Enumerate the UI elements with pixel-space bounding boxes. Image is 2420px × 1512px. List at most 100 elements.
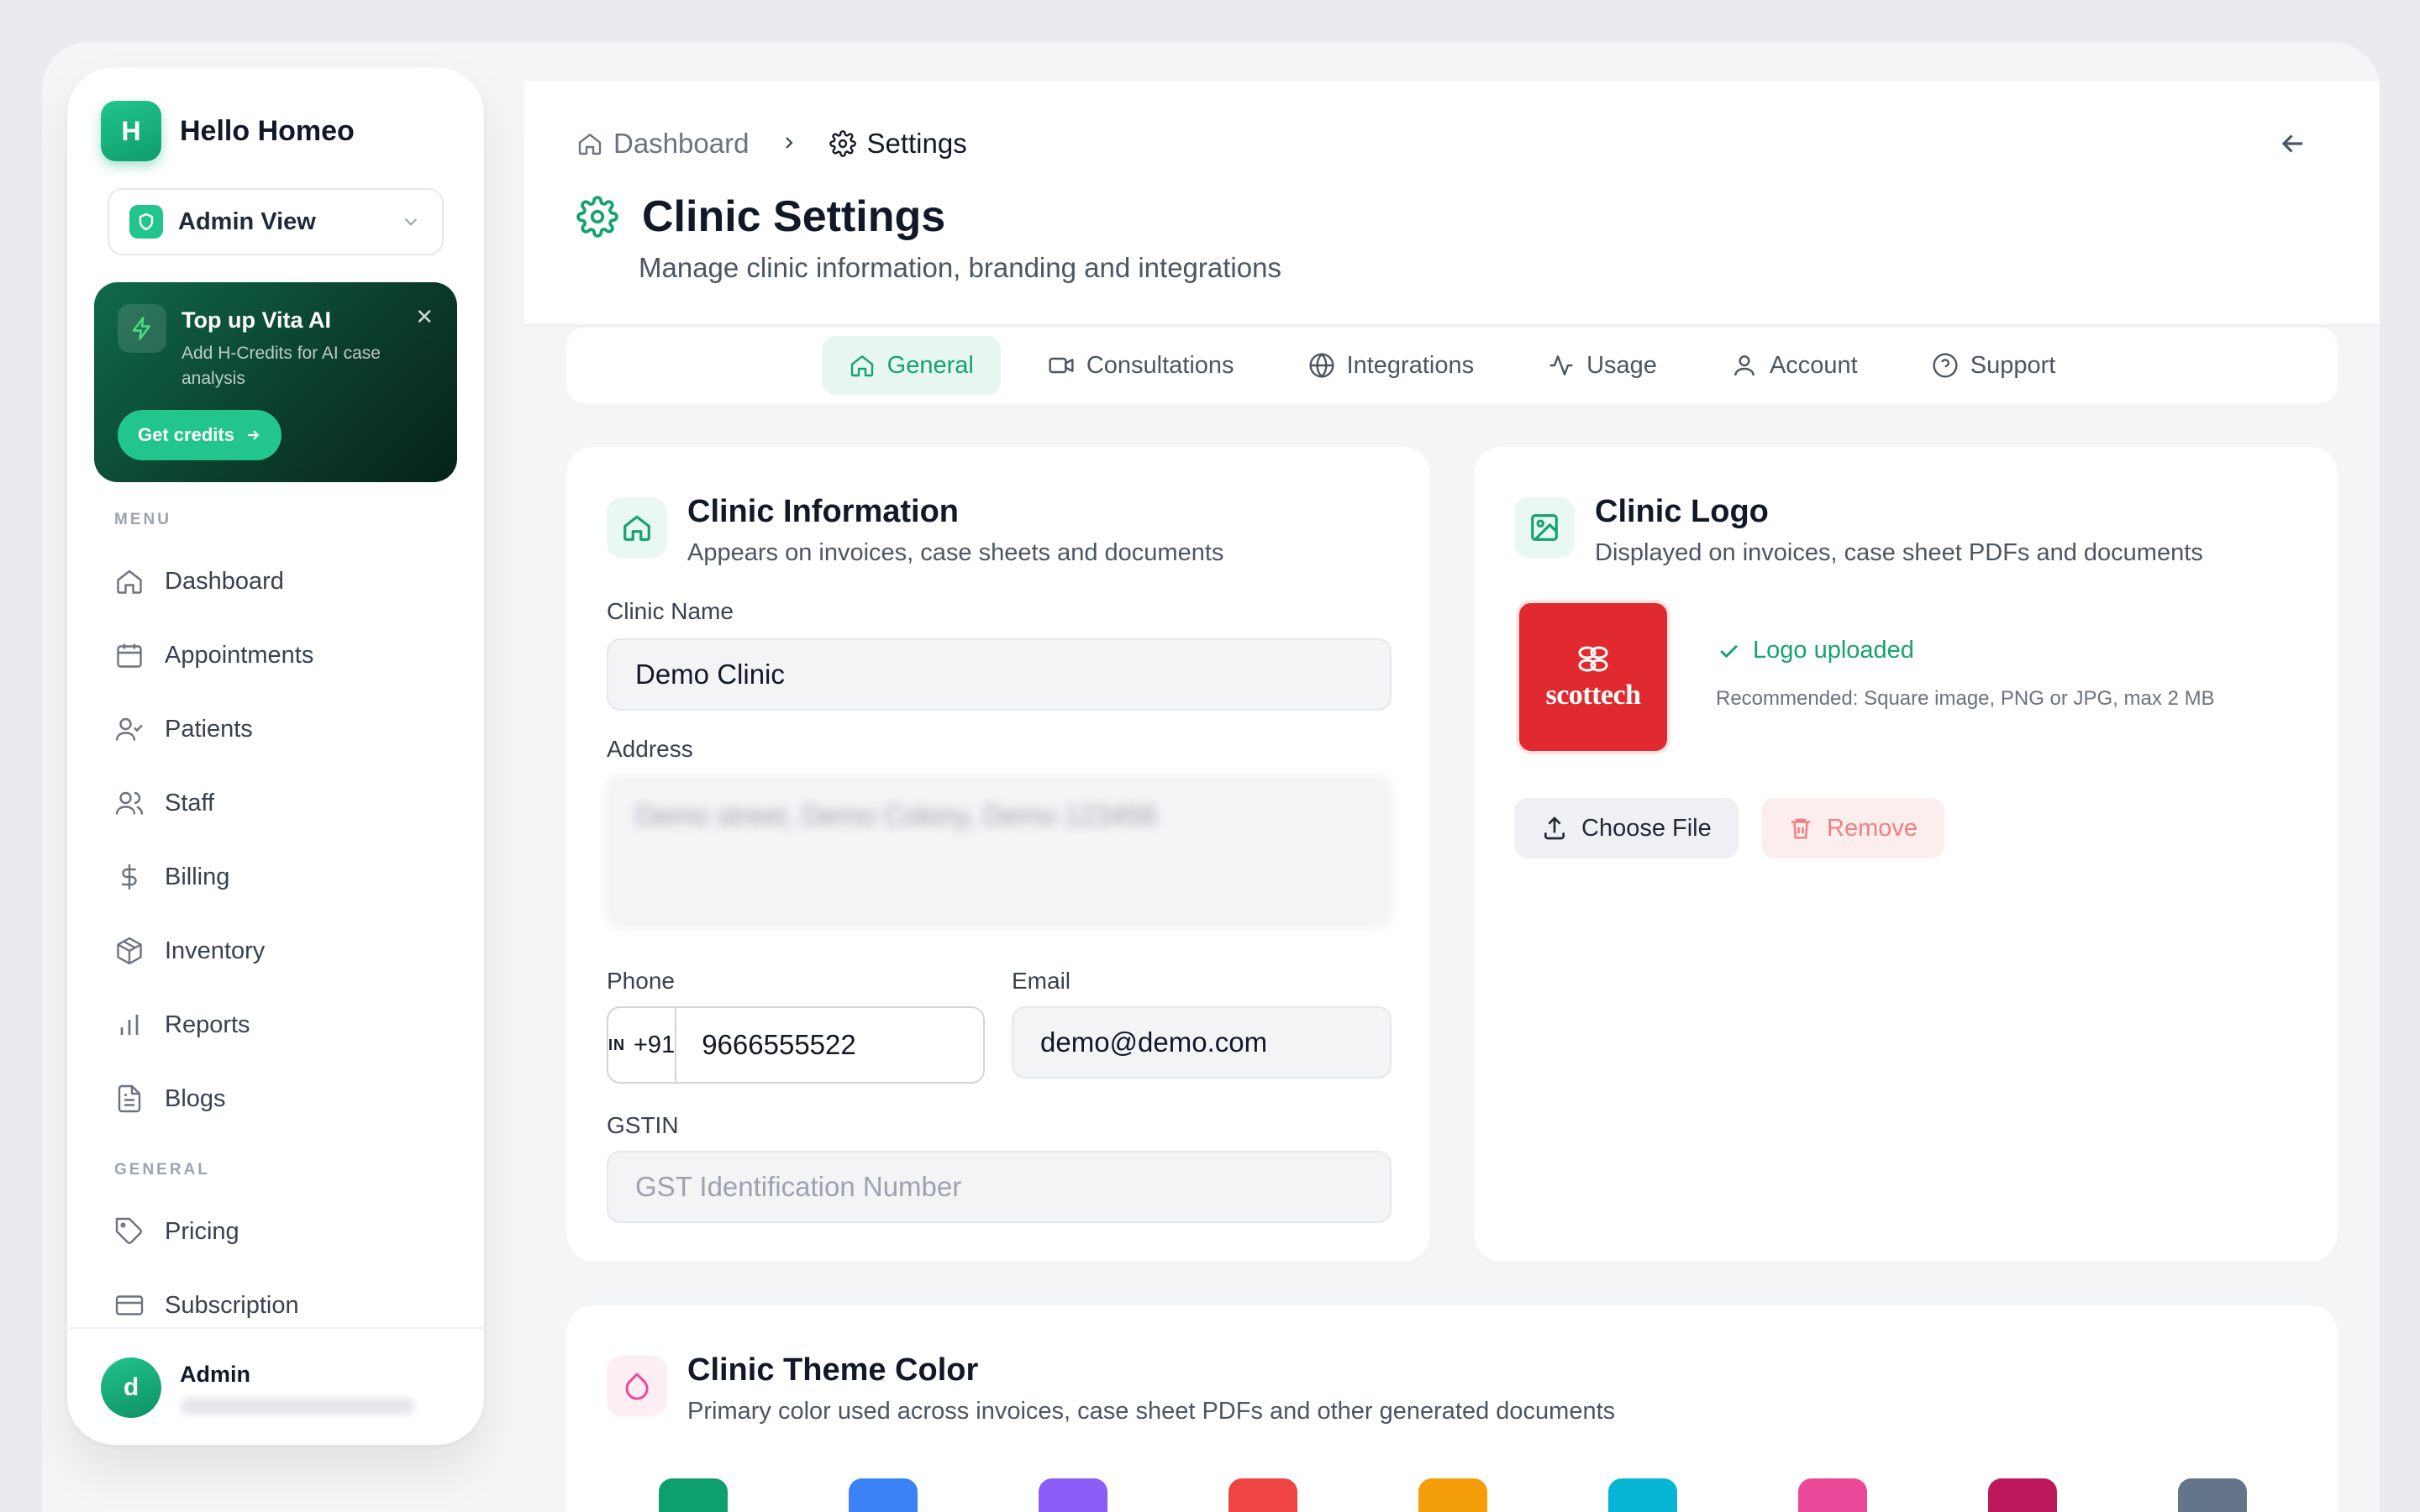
theme-swatch[interactable] [1039,1478,1107,1512]
file-text-icon [118,1084,141,1113]
brand[interactable]: H Hello Homeo [101,101,355,161]
sidebar-item-reports[interactable]: Reports [114,1001,250,1048]
tab-general[interactable]: General [821,336,1001,395]
get-credits-label: Get credits [138,424,234,445]
theme-swatch[interactable] [849,1478,918,1512]
country-code-select[interactable]: IN +91 [608,1008,677,1082]
tab-usage[interactable]: Usage [1521,336,1684,395]
page-title: Clinic Settings [642,192,946,241]
choose-file-button[interactable]: Choose File [1514,798,1739,858]
check-icon [1720,644,1739,658]
clinic-theme-card: Clinic Theme Color Primary color used ac… [566,1305,2338,1512]
home-icon [607,497,667,558]
promo-subtitle: Add H-Credits for AI case analysis [182,344,381,388]
tab-label: Integrations [1346,351,1475,379]
breadcrumb-dashboard-label: Dashboard [613,128,750,159]
theme-swatch[interactable] [659,1478,728,1512]
clinic-name-label: Clinic Name [607,598,734,624]
back-button[interactable] [2277,128,2309,164]
tab-integrations[interactable]: Integrations [1281,336,1502,395]
phone-input[interactable] [676,1008,983,1082]
shield-icon [129,205,163,239]
clinic-information-card: Clinic Information Appears on invoices, … [566,447,1430,1262]
sidebar-item-inventory[interactable]: Inventory [114,927,265,974]
trash-icon [1791,818,1811,839]
sidebar-item-blogs[interactable]: Blogs [114,1075,226,1122]
theme-swatch[interactable] [1418,1478,1487,1512]
tab-label: Support [1970,351,2056,379]
view-select[interactable]: Admin View [108,188,444,255]
tab-consultations[interactable]: Consultations [1021,336,1261,395]
general-section-label: GENERAL [114,1161,210,1179]
user-check-icon [115,717,143,741]
theme-swatch[interactable] [1988,1478,2057,1512]
gstin-input[interactable] [607,1151,1392,1223]
sidebar-item-billing[interactable]: Billing [114,853,229,900]
sidebar-item-staff[interactable]: Staff [114,780,214,827]
tab-support[interactable]: Support [1905,336,2083,395]
phone-label: Phone [607,968,675,994]
theme-swatch[interactable] [1798,1478,1867,1512]
breadcrumb-settings-label: Settings [866,128,967,159]
chevron-down-icon [404,218,418,226]
get-credits-button[interactable]: Get credits [118,410,281,460]
close-icon[interactable]: ✕ [415,304,434,330]
sidebar-item-appointments[interactable]: Appointments [114,632,313,679]
sidebar-item-label: Blogs [165,1084,226,1112]
tab-label: Consultations [1086,351,1234,379]
clinic-name-input[interactable] [607,638,1392,711]
page-title-row: Clinic Settings [576,192,945,242]
logo-mark-icon [1578,646,1608,672]
brand-logo: H [101,101,161,161]
breadcrumb-settings: Settings [829,128,967,160]
help-circle-icon [1933,353,1958,378]
user-profile[interactable]: d Admin [101,1357,415,1418]
remove-logo-button[interactable]: Remove [1761,798,1944,858]
remove-logo-label: Remove [1827,814,1918,842]
country-code: +91 [634,1031,676,1058]
email-input[interactable] [1012,1006,1392,1079]
sidebar-item-label: Patients [165,715,253,743]
sidebar-item-label: Appointments [165,641,314,669]
tab-account[interactable]: Account [1704,336,1885,395]
gear-icon [576,196,618,238]
chevron-right-icon [779,128,799,160]
clinic-information-subtitle: Appears on invoices, case sheets and doc… [687,539,1224,566]
home-icon [578,134,602,155]
gstin-label: GSTIN [607,1112,679,1138]
bar-chart-icon [120,1015,139,1035]
tab-label: General [886,351,974,379]
sidebar-item-patients[interactable]: Patients [114,706,253,753]
clinic-logo-title: Clinic Logo [1595,494,1769,529]
sidebar-item-dashboard[interactable]: Dashboard [114,558,284,605]
user-email-redacted [180,1397,415,1415]
sidebar-item-label: Inventory [165,937,266,964]
clinic-information-title: Clinic Information [687,494,959,529]
promo-card: Top up Vita AI Add H-Credits for AI case… [94,282,457,482]
credit-card-icon [115,1295,144,1315]
activity-icon [1549,355,1573,375]
package-icon [117,937,142,965]
theme-swatch[interactable] [2178,1478,2247,1512]
phone-field: IN +91 [607,1006,985,1084]
sidebar-item-subscription[interactable]: Subscription [114,1282,299,1329]
tab-label: Account [1769,351,1858,379]
dollar-icon [122,864,137,890]
sidebar-item-label: Dashboard [165,567,284,595]
theme-swatch[interactable] [1608,1478,1677,1512]
sidebar: H Hello Homeo Admin View Top up Vita AI … [67,67,484,1445]
avatar: d [101,1357,161,1418]
clinic-logo-preview: scottech [1516,600,1670,754]
sidebar-item-pricing[interactable]: Pricing [114,1208,239,1255]
view-select-label: Admin View [178,207,316,235]
logo-wordmark: scottech [1545,680,1641,711]
theme-swatch[interactable] [1228,1478,1297,1512]
breadcrumb-dashboard[interactable]: Dashboard [576,128,749,160]
video-icon [1049,357,1074,374]
droplet-icon [607,1356,667,1416]
address-textarea[interactable]: Demo street, Demo Colony, Demo 123456 [607,776,1392,927]
home-icon [850,355,873,377]
country-flag: IN [608,1036,625,1053]
user-name: Admin [180,1361,250,1387]
arrow-right-icon [248,430,260,440]
